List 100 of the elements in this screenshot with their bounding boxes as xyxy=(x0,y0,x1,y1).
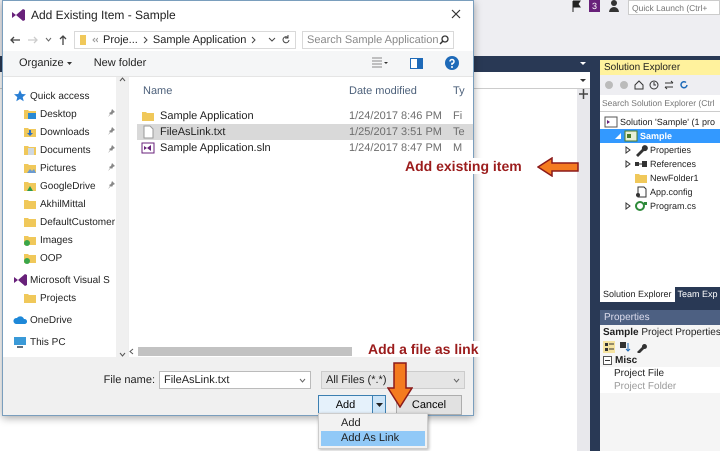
caret-icon xyxy=(453,378,460,382)
date-cell-text: 1/24/2017 8:47 PM xyxy=(348,142,443,154)
nav-item[interactable]: Documents xyxy=(3,141,116,160)
nav-item[interactable]: Microsoft Visual S xyxy=(3,271,116,290)
folder-icon xyxy=(141,109,155,124)
file-type-dropdown[interactable]: All Files (*.*) xyxy=(321,371,465,389)
new-folder-button[interactable]: New folder xyxy=(94,57,146,70)
breadcrumb-item[interactable]: Sample Application xyxy=(152,34,246,46)
nav-item[interactable]: OneDrive xyxy=(3,311,116,330)
nav-item[interactable]: Projects xyxy=(3,289,116,308)
caret-icon[interactable] xyxy=(45,37,52,42)
downloads-folder-icon xyxy=(23,125,37,140)
help-icon[interactable] xyxy=(445,56,459,70)
folder-icon xyxy=(79,34,87,46)
refresh-icon[interactable] xyxy=(281,34,291,45)
file-name-field[interactable]: FileAsLink.txt xyxy=(159,371,311,389)
up-icon xyxy=(118,77,126,82)
up-icon[interactable] xyxy=(58,34,68,46)
search-field[interactable]: Search Sample Application xyxy=(302,30,454,49)
person-icon xyxy=(608,0,620,12)
alphabetical-icon[interactable] xyxy=(619,341,631,353)
close-icon xyxy=(451,8,461,19)
arrow-icon xyxy=(387,362,413,408)
preview-pane-icon[interactable] xyxy=(410,58,423,69)
collapsed-icon[interactable] xyxy=(624,160,632,168)
annotation-text: Add a file as link xyxy=(366,341,480,357)
back-icon[interactable] xyxy=(9,34,21,45)
menu-item[interactable]: Add xyxy=(321,416,425,431)
date-cell-text: 1/24/2017 8:46 PM xyxy=(348,110,443,122)
home-icon[interactable] xyxy=(634,80,644,90)
field-label: File name: xyxy=(102,374,155,386)
csharp-file-icon xyxy=(634,199,648,213)
computer-icon xyxy=(13,335,27,350)
tree-item[interactable]: Program.cs xyxy=(600,199,720,213)
nav-item[interactable]: Images xyxy=(3,231,116,250)
nav-item[interactable]: Quick access xyxy=(3,87,116,106)
panel-tab[interactable]: Team Exp xyxy=(674,287,720,302)
wrench-icon[interactable] xyxy=(635,341,647,353)
search-field[interactable]: Search Solution Explorer (Ctrl xyxy=(600,95,720,112)
tree-item[interactable]: References xyxy=(600,157,720,171)
file-name: Sample Application xyxy=(160,110,254,122)
column-header[interactable]: Name xyxy=(135,85,343,98)
type-cell-text: Te xyxy=(452,126,466,138)
nav-item[interactable]: Downloads xyxy=(3,123,116,142)
collapsed-icon[interactable] xyxy=(624,146,632,154)
type-cell-text: M xyxy=(452,142,464,154)
categorized-icon[interactable] xyxy=(603,341,615,353)
scroll-thumb[interactable] xyxy=(138,346,352,356)
notification-badge[interactable]: 3 xyxy=(588,0,600,12)
nav-item[interactable]: GoogleDrive xyxy=(3,177,116,196)
down-icon xyxy=(118,352,126,357)
caret-icon xyxy=(376,402,382,408)
tree-item[interactable]: Properties xyxy=(600,143,720,157)
nav-item[interactable]: AkhilMittal xyxy=(3,195,116,214)
collapsed-icon[interactable] xyxy=(624,202,632,210)
collapse-icon[interactable] xyxy=(603,356,612,365)
history-icon[interactable] xyxy=(649,80,659,90)
nav-item[interactable]: DefaultCustomer xyxy=(3,213,116,232)
nav-item[interactable]: Desktop xyxy=(3,105,116,124)
date-cell-text: 1/25/2017 3:51 PM xyxy=(348,126,443,138)
organize-button[interactable]: Organize xyxy=(19,57,72,70)
file-name: FileAsLink.txt xyxy=(160,126,226,138)
tree-item[interactable]: Solution 'Sample' (1 pro xyxy=(600,115,720,129)
dropdown-button[interactable] xyxy=(373,396,385,414)
caret-icon[interactable] xyxy=(268,36,276,43)
text-file-icon xyxy=(141,125,155,140)
flag-icon xyxy=(570,0,581,12)
sync-icon[interactable] xyxy=(664,80,674,90)
synced-folder-icon xyxy=(23,251,37,266)
search-icon xyxy=(439,34,449,45)
chevron-icon xyxy=(142,36,148,44)
folder-icon xyxy=(23,215,37,230)
view-list-icon[interactable] xyxy=(372,57,388,70)
config-file-icon xyxy=(634,185,648,199)
folder-icon xyxy=(634,171,648,185)
dropdown-icon xyxy=(580,77,586,83)
nav-item[interactable]: Pictures xyxy=(3,159,116,178)
documents-folder-icon xyxy=(23,143,37,158)
file-row[interactable]: FileAsLink.txt 1/25/2017 3:51 PM Te xyxy=(137,124,473,140)
file-row[interactable]: Sample Application 1/24/2017 8:46 PM Fi xyxy=(137,108,473,124)
csharp-project-icon xyxy=(624,129,638,143)
column-header[interactable]: Ty xyxy=(449,85,473,98)
synced-folder-icon xyxy=(23,233,37,248)
expanded-icon[interactable] xyxy=(614,132,622,140)
address-bar[interactable]: Proje... Sample Application xyxy=(74,30,296,49)
annotation-text: Add existing item xyxy=(403,158,524,174)
caret-icon xyxy=(66,62,72,66)
nav-item[interactable]: This PC xyxy=(3,333,116,352)
quick-launch-field[interactable]: Quick Launch (Ctrl+ xyxy=(628,0,720,15)
panel-tab[interactable]: Solution Explorer xyxy=(600,287,675,302)
tree-item[interactable]: NewFolder1 xyxy=(600,171,720,185)
pictures-folder-icon xyxy=(23,161,37,176)
column-header[interactable]: Date modified xyxy=(343,85,449,98)
file-row[interactable]: Sample Application.sln 1/24/2017 8:47 PM M xyxy=(137,140,473,156)
refresh-icon[interactable] xyxy=(679,80,689,90)
breadcrumb-item[interactable]: Proje... xyxy=(103,34,138,46)
nav-item[interactable]: OOP xyxy=(3,249,116,268)
arrow-icon xyxy=(537,157,579,177)
tree-item[interactable]: App.config xyxy=(600,185,720,199)
menu-item[interactable]: Add As Link xyxy=(321,431,425,446)
